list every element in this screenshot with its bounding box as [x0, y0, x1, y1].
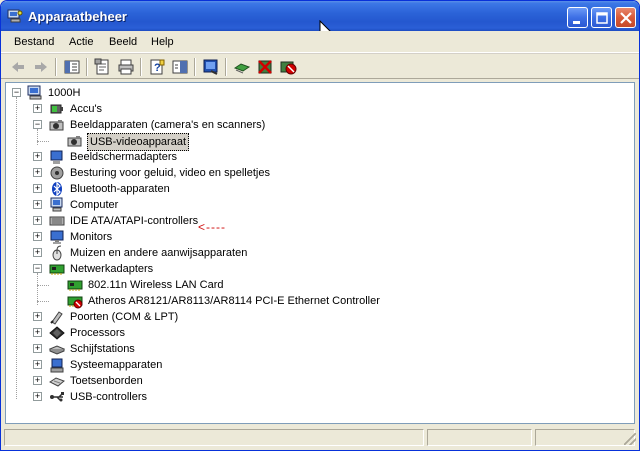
expand-toggle[interactable]: + [33, 360, 42, 369]
expand-toggle[interactable]: + [33, 248, 42, 257]
tree-line [37, 301, 49, 302]
window-title: Apparaatbeheer [28, 9, 127, 24]
tree-item-label: Accu's [70, 103, 103, 115]
collapse-toggle[interactable]: − [33, 264, 42, 273]
tree-item-label: IDE ATA/ATAPI-controllers [70, 215, 199, 227]
maximize-button[interactable] [591, 7, 612, 28]
status-bar [1, 426, 639, 448]
monitor-icon [50, 230, 64, 244]
tree-item-label: Netwerkadapters [70, 263, 154, 275]
tree-item-label: Beeldschermadapters [70, 151, 178, 163]
tree-line [16, 97, 17, 399]
tree-item-label: Monitors [70, 231, 113, 243]
back-icon[interactable] [9, 58, 27, 76]
print-icon[interactable] [117, 58, 135, 76]
uninstall-icon[interactable] [256, 58, 274, 76]
disable-device-icon[interactable] [279, 58, 297, 76]
help-icon[interactable]: ? [148, 58, 166, 76]
toolbar-separator [86, 58, 88, 76]
close-button[interactable] [615, 7, 636, 28]
close-icon [620, 12, 632, 24]
resize-grip[interactable] [624, 433, 636, 445]
battery-icon [50, 104, 63, 114]
toolbar-separator [140, 58, 142, 76]
expand-toggle[interactable]: + [33, 168, 42, 177]
red-arrow-annotation: <---- [198, 220, 226, 234]
status-pane [535, 429, 635, 446]
minimize-button[interactable] [567, 7, 588, 28]
status-pane [4, 429, 424, 446]
tree-line [37, 285, 49, 286]
network-adapter-icon [67, 280, 83, 291]
processor-icon [49, 326, 65, 340]
update-driver-icon[interactable] [233, 58, 251, 76]
mouse-icon [52, 245, 62, 261]
toolbar: ? [1, 53, 639, 79]
tree-item-label: USB-controllers [70, 391, 148, 403]
tree-item-label: Processors [70, 327, 126, 339]
computer-icon [27, 85, 42, 100]
tree-item-label: Toetsenborden [70, 375, 143, 387]
tree-root-label: 1000H [48, 87, 81, 99]
forward-icon[interactable] [32, 58, 50, 76]
network-adapter-disabled-icon [67, 296, 83, 309]
properties-icon[interactable] [94, 58, 112, 76]
network-adapter-icon [49, 264, 65, 275]
toolbar-separator [225, 58, 227, 76]
collapse-toggle[interactable]: − [12, 88, 21, 97]
expand-toggle[interactable]: + [33, 216, 42, 225]
tree-item-label: Schijfstations [70, 343, 135, 355]
ide-controller-icon [49, 216, 65, 226]
minimize-icon [573, 21, 580, 24]
expand-toggle[interactable]: + [33, 312, 42, 321]
tree-item-label: Bluetooth-apparaten [70, 183, 170, 195]
toolbar-separator [55, 58, 57, 76]
status-pane [427, 429, 532, 446]
tree-item-label: Computer [70, 199, 119, 211]
toolbar-separator [194, 58, 196, 76]
menu-beeld[interactable]: Beeld [109, 36, 137, 48]
disk-drive-icon [49, 345, 65, 355]
expand-toggle[interactable]: + [33, 184, 42, 193]
expand-toggle[interactable]: + [33, 376, 42, 385]
sound-icon [50, 166, 64, 180]
scan-hardware-changes-icon[interactable] [202, 58, 220, 76]
device-manager-app-icon [7, 9, 23, 23]
camera-icon [67, 136, 82, 147]
keyboard-icon [49, 377, 65, 387]
menu-bar: Bestand Actie Beeld Help [1, 31, 639, 53]
tree-line [37, 129, 38, 145]
device-tree-panel[interactable]: − 1000H + Accu's − Beeldapparaten (camer… [5, 82, 635, 424]
maximize-icon [596, 12, 608, 24]
bluetooth-icon [52, 181, 62, 197]
expand-toggle[interactable]: + [33, 344, 42, 353]
expand-toggle[interactable]: + [33, 104, 42, 113]
view-icon[interactable] [171, 58, 189, 76]
menu-help[interactable]: Help [151, 36, 174, 48]
tree-item-label: Systeemapparaten [70, 359, 163, 371]
expand-toggle[interactable]: + [33, 232, 42, 241]
menu-bestand[interactable]: Bestand [14, 36, 54, 48]
system-device-icon [50, 358, 64, 373]
menu-actie[interactable]: Actie [69, 36, 93, 48]
port-icon [50, 311, 63, 325]
collapse-toggle[interactable]: − [33, 120, 42, 129]
device-manager-window: Apparaatbeheer Bestand Actie Beeld Help [0, 0, 640, 451]
tree-item-label: Muizen en andere aanwijsapparaten [70, 247, 248, 259]
tree-item-label: Poorten (COM & LPT) [70, 311, 179, 323]
expand-toggle[interactable]: + [33, 328, 42, 337]
camera-icon [49, 120, 64, 131]
expand-toggle[interactable]: + [33, 152, 42, 161]
display-adapter-icon [50, 150, 63, 164]
tree-item-label: Beeldapparaten (camera's en scanners) [70, 119, 266, 131]
tree-item-label: 802.11n Wireless LAN Card [88, 279, 224, 291]
tree-line [37, 141, 49, 142]
expand-toggle[interactable]: + [33, 200, 42, 209]
expand-toggle[interactable]: + [33, 392, 42, 401]
computer-icon [50, 197, 63, 212]
usb-icon [50, 392, 64, 402]
tree-item-label: Atheros AR8121/AR8113/AR8114 PCI-E Ether… [88, 295, 380, 307]
tree-item-label: Besturing voor geluid, video en spelletj… [70, 167, 270, 179]
show-hide-console-tree-icon[interactable] [63, 58, 81, 76]
